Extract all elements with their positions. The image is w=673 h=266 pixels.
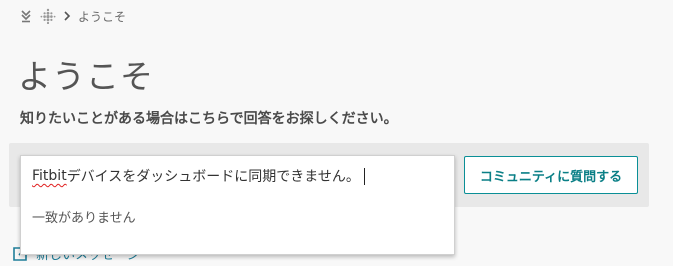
fitbit-logo-icon[interactable] <box>40 8 56 24</box>
ask-community-button[interactable]: コミュニティに質問する <box>464 156 638 194</box>
no-results-message: 一致がありません <box>32 211 136 226</box>
search-autocomplete-box: Fitbit デバイスをダッシュボードに同期できません。 一致がありません <box>20 155 455 255</box>
search-input-brand-text: Fitbit <box>32 168 67 184</box>
search-input-text: デバイスをダッシュボードに同期できません。 <box>66 169 360 185</box>
search-input[interactable]: Fitbit デバイスをダッシュボードに同期できません。 <box>32 165 442 187</box>
chevron-right-icon <box>62 9 72 23</box>
text-caret <box>363 167 365 185</box>
breadcrumb: ようこそ <box>18 7 126 25</box>
page-subtitle: 知りたいことがある場合はこちらで回答をお探しください。 <box>20 111 398 127</box>
breadcrumb-item-welcome[interactable]: ようこそ <box>78 8 126 25</box>
page-title: ようこそ <box>18 57 154 96</box>
collapse-icon[interactable] <box>18 8 34 24</box>
